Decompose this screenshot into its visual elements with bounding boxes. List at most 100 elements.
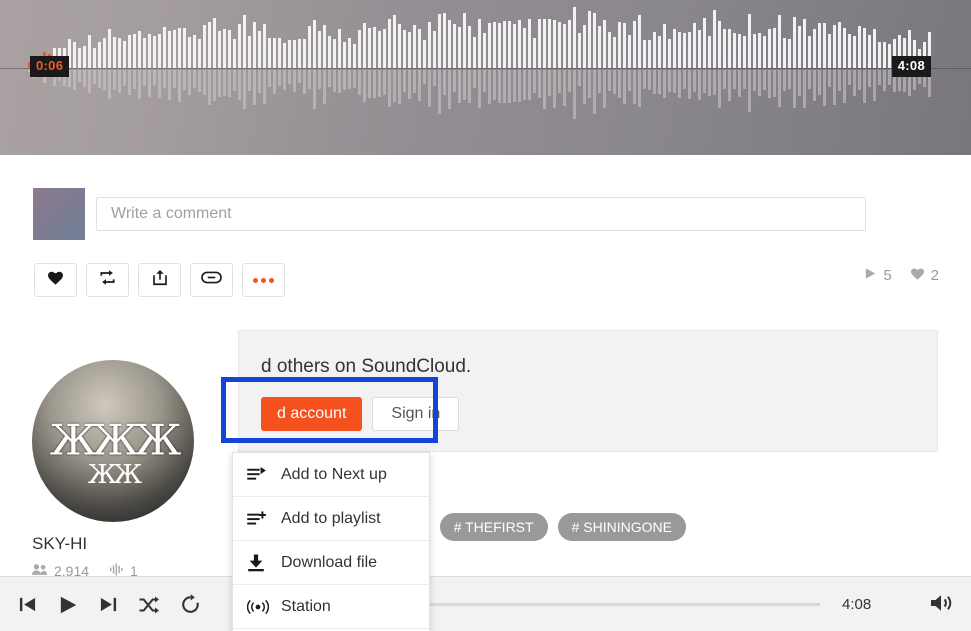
waveform-bar <box>793 17 796 68</box>
waveform-bar <box>328 35 331 68</box>
commenter-avatar <box>33 188 85 240</box>
menu-item-add-to-next-up[interactable]: Add to Next up <box>233 453 429 497</box>
artist-name[interactable]: SKY-HI <box>32 534 194 554</box>
signup-headline: d others on SoundCloud. <box>261 356 472 377</box>
waveform-bar-reflection <box>348 70 351 89</box>
waveform-bar-reflection <box>313 70 316 109</box>
waveform-bar-reflection <box>693 70 696 93</box>
player-duration: 4:08 <box>842 596 872 613</box>
waveform-bar-reflection <box>683 70 686 89</box>
waveform-bar <box>678 31 681 68</box>
waveform-bar <box>148 34 151 68</box>
waveform-bar <box>823 22 826 68</box>
waveform-bar <box>168 30 171 68</box>
waveform-bar-reflection <box>548 70 551 97</box>
player-bar: 0:06 4:08 <box>0 576 971 631</box>
waveform-bar-reflection <box>263 70 266 105</box>
waveform-bar <box>668 38 671 68</box>
waveform-bar-reflection <box>773 70 776 98</box>
waveform-bar <box>733 32 736 68</box>
waveform-bar-reflection <box>853 70 856 97</box>
waveform-bar <box>673 28 676 68</box>
waveform-bar <box>493 22 496 68</box>
waveform-header[interactable]: 0:06 4:08 <box>0 0 971 155</box>
like-button[interactable] <box>34 263 77 297</box>
more-button[interactable] <box>242 263 285 297</box>
waveform-bar-reflection <box>518 70 521 102</box>
waveform-bar-reflection <box>293 70 296 93</box>
signup-buttons: d account Sign in <box>261 397 460 431</box>
waveform-bar <box>213 18 216 68</box>
waveform-bar <box>323 25 326 68</box>
waveform-bar-reflection <box>843 70 846 103</box>
create-account-button[interactable]: d account <box>261 397 363 431</box>
waveform-bar <box>608 31 611 68</box>
heart-icon <box>910 267 925 284</box>
waveform-bar-reflection <box>88 70 91 93</box>
waveform-bar <box>253 21 256 68</box>
waveform-bar-reflection <box>363 70 366 102</box>
waveform-bar <box>868 34 871 68</box>
waveform-bar-reflection <box>558 70 561 93</box>
waveform-bar-reflection <box>673 70 676 93</box>
waveform-bar-reflection <box>868 70 871 88</box>
menu-item-station[interactable]: Station <box>233 585 429 629</box>
skip-previous-button[interactable] <box>18 595 37 614</box>
share-button[interactable] <box>138 263 181 297</box>
waveform-bar <box>873 28 876 68</box>
play-button[interactable] <box>57 594 79 616</box>
waveform-bar <box>728 29 731 68</box>
waveform-bar-reflection <box>538 70 541 99</box>
menu-item-add-to-playlist[interactable]: Add to playlist <box>233 497 429 541</box>
skip-next-button[interactable] <box>99 595 118 614</box>
waveform-bar-reflection <box>188 70 191 95</box>
waveform-bar-reflection <box>338 70 341 93</box>
waveform-bar <box>568 19 571 68</box>
waveform-bar <box>738 33 741 68</box>
waveform-bar <box>203 25 206 68</box>
repeat-button[interactable] <box>180 594 201 615</box>
waveform-bar <box>278 38 281 68</box>
waveform-bar-reflection <box>368 70 371 99</box>
waveform-bar <box>93 47 96 68</box>
waveform-bar <box>883 41 886 68</box>
link-icon <box>201 271 222 289</box>
waveform-bar-reflection <box>443 70 446 95</box>
waveform-bar-reflection <box>628 70 631 92</box>
waveform-bar-reflection <box>358 70 361 95</box>
waveform-bar-reflection <box>108 70 111 99</box>
waveform-bar <box>753 33 756 68</box>
waveform-bar-reflection <box>758 70 761 97</box>
waveform-bar-reflection <box>858 70 861 91</box>
waveform-bar <box>358 30 361 68</box>
waveform-bar-reflection <box>388 70 391 107</box>
waveform-bar <box>513 24 516 68</box>
volume-button[interactable] <box>929 592 955 619</box>
waveform-bar <box>573 7 576 68</box>
like-count-value: 2 <box>930 267 939 284</box>
waveform-bar-reflection <box>253 70 256 105</box>
waveform-bar <box>423 40 426 68</box>
repost-button[interactable] <box>86 263 129 297</box>
track-tag[interactable]: # SHININGONE <box>557 513 686 541</box>
waveform-bar <box>183 27 186 68</box>
waveform-bar-reflection <box>168 70 171 101</box>
waveform-bar <box>693 23 696 68</box>
shuffle-button[interactable] <box>138 595 160 615</box>
waveform-bar-reflection <box>403 70 406 93</box>
sign-in-button[interactable]: Sign in <box>372 397 460 431</box>
waveform-bar <box>838 22 841 68</box>
waveform-canvas[interactable] <box>0 0 971 155</box>
waveform-bar-reflection <box>133 70 136 90</box>
track-tag[interactable]: # THEFIRST <box>439 513 548 541</box>
waveform-bar <box>268 38 271 68</box>
more-dropdown-menu[interactable]: Add to Next up Add to playlist Download fi… <box>232 452 430 631</box>
artist-avatar[interactable]: ЖЖЖ ЖЖ <box>32 360 194 522</box>
copy-link-button[interactable] <box>190 263 233 297</box>
waveform-bar <box>223 29 226 68</box>
waveform-bar-reflection <box>698 70 701 101</box>
comment-input[interactable]: Write a comment <box>96 197 866 231</box>
waveform-bar <box>533 38 536 68</box>
menu-item-download-file[interactable]: Download file <box>233 541 429 585</box>
waveform-bar-reflection <box>458 70 461 103</box>
